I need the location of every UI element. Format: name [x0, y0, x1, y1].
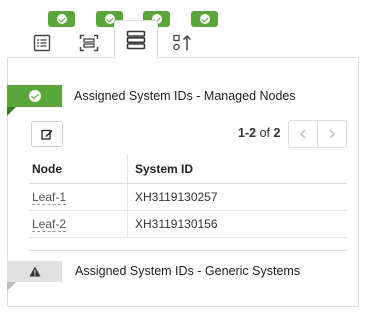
section-divider [29, 250, 347, 251]
pagination-info: 1-2 of 2 [238, 126, 280, 140]
chevron-right-icon [329, 129, 336, 139]
list-icon [33, 34, 51, 52]
check-circle-icon [28, 90, 41, 102]
system-ids-table: Node System ID Leaf-1 XH3119130257 Leaf-… [29, 154, 347, 238]
tab-scan[interactable] [67, 28, 111, 58]
node-cell: Leaf-2 [29, 211, 127, 237]
system-id-cell: XH3119130156 [127, 211, 347, 237]
tab-list[interactable] [20, 28, 64, 58]
server-stack-icon [126, 30, 146, 49]
table-row: Leaf-1 XH3119130257 [29, 184, 347, 211]
next-page-button[interactable] [317, 121, 346, 147]
pagination-of: of [259, 126, 270, 140]
tab-servers[interactable] [114, 20, 158, 58]
node-cell: Leaf-1 [29, 184, 127, 210]
tab-sort[interactable] [161, 28, 205, 58]
section-status-flag [7, 85, 62, 107]
sort-icon [173, 34, 192, 51]
edit-icon [41, 129, 53, 140]
column-header-node[interactable]: Node [29, 154, 127, 183]
flag-fold [7, 107, 16, 116]
section-title-generic-systems: Assigned System IDs - Generic Systems [75, 264, 301, 278]
section-warning-flag [7, 261, 62, 282]
scan-icon [79, 34, 99, 52]
tab-bar [20, 20, 360, 58]
node-link[interactable]: Leaf-1 [32, 190, 67, 205]
section-title-managed-nodes: Assigned System IDs - Managed Nodes [74, 89, 296, 103]
edit-button[interactable] [31, 121, 63, 147]
warning-icon [29, 266, 40, 277]
system-id-cell: XH3119130257 [127, 184, 347, 210]
flag-fold [7, 282, 16, 291]
pagination-range: 1-2 [238, 126, 257, 140]
previous-page-button[interactable] [289, 121, 317, 147]
column-header-system-id[interactable]: System ID [127, 154, 347, 183]
pagination-controls [288, 120, 347, 148]
table-row: Leaf-2 XH3119130156 [29, 211, 347, 238]
table-header: Node System ID [29, 154, 347, 184]
chevron-left-icon [300, 129, 306, 139]
pagination-total: 2 [273, 126, 281, 140]
node-link[interactable]: Leaf-2 [32, 217, 67, 232]
